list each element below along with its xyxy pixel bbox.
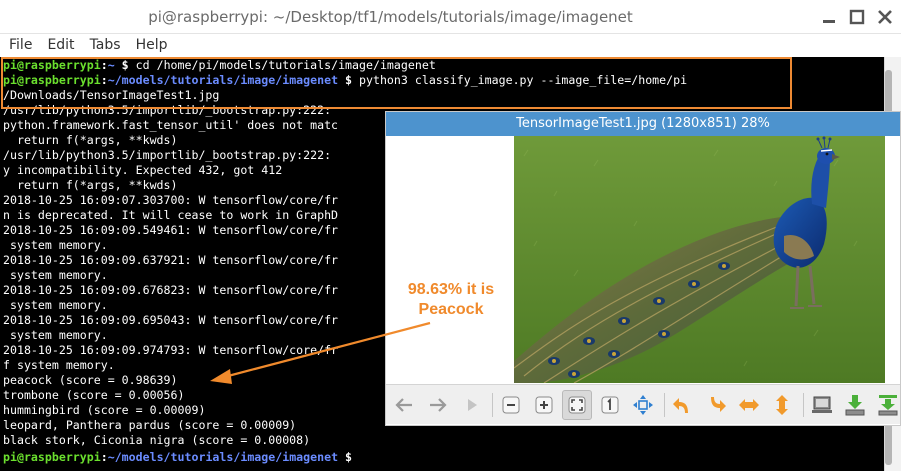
flip-vertical-icon bbox=[776, 395, 788, 415]
zoom-in-button[interactable] bbox=[529, 390, 559, 420]
prediction-line: leopard, Panthera pardus (score = 0.0000… bbox=[3, 418, 297, 432]
minimize-button[interactable] bbox=[818, 6, 840, 28]
next-image-button[interactable] bbox=[423, 390, 453, 420]
toolbar-separator bbox=[664, 393, 665, 417]
prompt-user: pi@raspberrypi bbox=[3, 58, 101, 72]
peacock-image bbox=[514, 136, 885, 383]
prediction-line: black stork, Ciconia nigra (score = 0.00… bbox=[3, 433, 311, 447]
menu-tabs[interactable]: Tabs bbox=[90, 37, 121, 53]
window-title: pi@raspberrypi: ~/Desktop/tf1/models/tut… bbox=[148, 8, 633, 26]
rotate-left-button[interactable] bbox=[668, 390, 698, 420]
menu-help[interactable]: Help bbox=[136, 37, 168, 53]
rotate-left-icon bbox=[673, 398, 688, 413]
terminal-line: /Downloads/TensorImageTest1.jpg bbox=[3, 88, 220, 102]
annotation-line1: 98.63% it is bbox=[407, 281, 495, 298]
terminal-line: 2018-10-25 16:09:09.549461: W tensorflow… bbox=[3, 223, 339, 237]
maximize-icon bbox=[849, 9, 865, 25]
close-button[interactable] bbox=[874, 6, 896, 28]
annotation-line2: Peacock bbox=[418, 301, 484, 318]
terminal-line: 2018-10-25 16:09:09.974793: W tensorflow… bbox=[3, 343, 339, 357]
prediction-line: hummingbird (score = 0.00009) bbox=[3, 403, 206, 417]
save-as-button[interactable] bbox=[873, 390, 901, 420]
prediction-line: peacock (score = 0.98639) bbox=[3, 373, 178, 387]
peacock-photo bbox=[514, 136, 885, 383]
zoom-in-icon bbox=[535, 396, 553, 414]
menu-file[interactable]: File bbox=[9, 37, 32, 53]
terminal-line: f system memory. bbox=[3, 358, 115, 372]
back-arrow-icon bbox=[395, 398, 412, 412]
terminal-line: python.framework.fast_tensor_util' does … bbox=[3, 118, 339, 132]
previous-image-button[interactable] bbox=[389, 390, 419, 420]
play-icon bbox=[468, 399, 477, 411]
terminal-line: n is deprecated. It will cease to work i… bbox=[3, 208, 339, 222]
slideshow-button[interactable] bbox=[457, 390, 487, 420]
image-viewer-window: TensorImageTest1.jpg (1280x851) 28% bbox=[385, 111, 901, 426]
terminal-prompt-line: pi@raspberrypi:~/models/tutorials/image/… bbox=[3, 73, 687, 88]
flip-vertical-button[interactable] bbox=[767, 390, 797, 420]
prompt-symbol: $ bbox=[114, 58, 136, 72]
flip-horizontal-button[interactable] bbox=[734, 390, 764, 420]
terminal-line: /usr/lib/python3.5/importlib/_bootstrap.… bbox=[3, 148, 339, 162]
prediction-annotation: 98.63% it is Peacock bbox=[388, 280, 514, 320]
prompt-symbol: $ bbox=[338, 73, 360, 87]
rotate-right-icon bbox=[711, 397, 726, 412]
rotate-right-button[interactable] bbox=[701, 390, 731, 420]
toolbar-separator bbox=[803, 393, 804, 417]
toolbar-separator bbox=[492, 393, 493, 417]
prompt-user: pi@raspberrypi bbox=[3, 450, 101, 464]
terminal-prompt-line: pi@raspberrypi:~/models/tutorials/image/… bbox=[3, 450, 352, 465]
zoom-out-button[interactable] bbox=[496, 390, 526, 420]
command-text: cd /home/pi/models/tutorials/image/image… bbox=[135, 58, 436, 72]
terminal-line: 2018-10-25 16:09:09.637921: W tensorflow… bbox=[3, 253, 339, 267]
terminal-line: return f(*args, **kwds) bbox=[3, 133, 178, 147]
terminal-line: system memory. bbox=[3, 268, 108, 282]
terminal-line: 2018-10-25 16:09:07.303700: W tensorflow… bbox=[3, 193, 339, 207]
prompt-colon: : bbox=[100, 58, 108, 72]
menu-bar: File Edit Tabs Help bbox=[0, 34, 901, 56]
terminal-line: y incompatibility. Expected 432, got 412 bbox=[3, 163, 283, 177]
menu-edit[interactable]: Edit bbox=[47, 37, 74, 53]
terminal-line: 2018-10-25 16:09:09.676823: W tensorflow… bbox=[3, 283, 339, 297]
terminal-line: 2018-10-25 16:09:09.695043: W tensorflow… bbox=[3, 313, 339, 327]
prompt-path: ~ bbox=[107, 58, 115, 72]
zoom-original-icon bbox=[601, 396, 619, 414]
viewer-canvas bbox=[386, 136, 900, 383]
save-icon bbox=[845, 395, 865, 416]
zoom-fit-icon bbox=[568, 396, 586, 414]
open-file-button[interactable] bbox=[807, 390, 837, 420]
viewer-toolbar bbox=[386, 384, 900, 424]
open-file-icon bbox=[812, 396, 832, 413]
terminal-prompt-line: pi@raspberrypi:~ $ cd /home/pi/models/tu… bbox=[3, 58, 436, 73]
fullscreen-icon bbox=[633, 395, 653, 415]
terminal-line: system memory. bbox=[3, 238, 108, 252]
terminal-line: /usr/lib/python3.5/importlib/_bootstrap.… bbox=[3, 103, 339, 117]
window-titlebar: pi@raspberrypi: ~/Desktop/tf1/models/tut… bbox=[0, 0, 901, 34]
prompt-path: ~/models/tutorials/image/imagenet bbox=[107, 73, 339, 87]
terminal-line: system memory. bbox=[3, 298, 108, 312]
prompt-path: ~/models/tutorials/image/imagenet bbox=[107, 450, 339, 464]
prediction-line: trombone (score = 0.00056) bbox=[3, 388, 185, 402]
zoom-original-button[interactable] bbox=[595, 390, 625, 420]
prompt-symbol: $ bbox=[338, 450, 353, 464]
maximize-button[interactable] bbox=[846, 6, 868, 28]
viewer-title: TensorImageTest1.jpg (1280x851) 28% bbox=[386, 112, 900, 136]
prompt-colon: : bbox=[100, 450, 108, 464]
terminal-line: system memory. bbox=[3, 328, 108, 342]
save-button[interactable] bbox=[840, 390, 870, 420]
minimize-icon bbox=[823, 20, 835, 23]
prompt-colon: : bbox=[100, 73, 108, 87]
zoom-out-icon bbox=[502, 396, 520, 414]
command-text: python3 classify_image.py --image_file=/… bbox=[359, 73, 688, 87]
zoom-fit-button[interactable] bbox=[562, 390, 592, 420]
save-as-icon bbox=[878, 395, 898, 416]
terminal-line: return f(*args, **kwds) bbox=[3, 178, 178, 192]
flip-horizontal-icon bbox=[739, 399, 759, 411]
fullscreen-button[interactable] bbox=[628, 390, 658, 420]
close-icon bbox=[878, 10, 892, 24]
forward-arrow-icon bbox=[430, 398, 447, 412]
prompt-user: pi@raspberrypi bbox=[3, 73, 101, 87]
